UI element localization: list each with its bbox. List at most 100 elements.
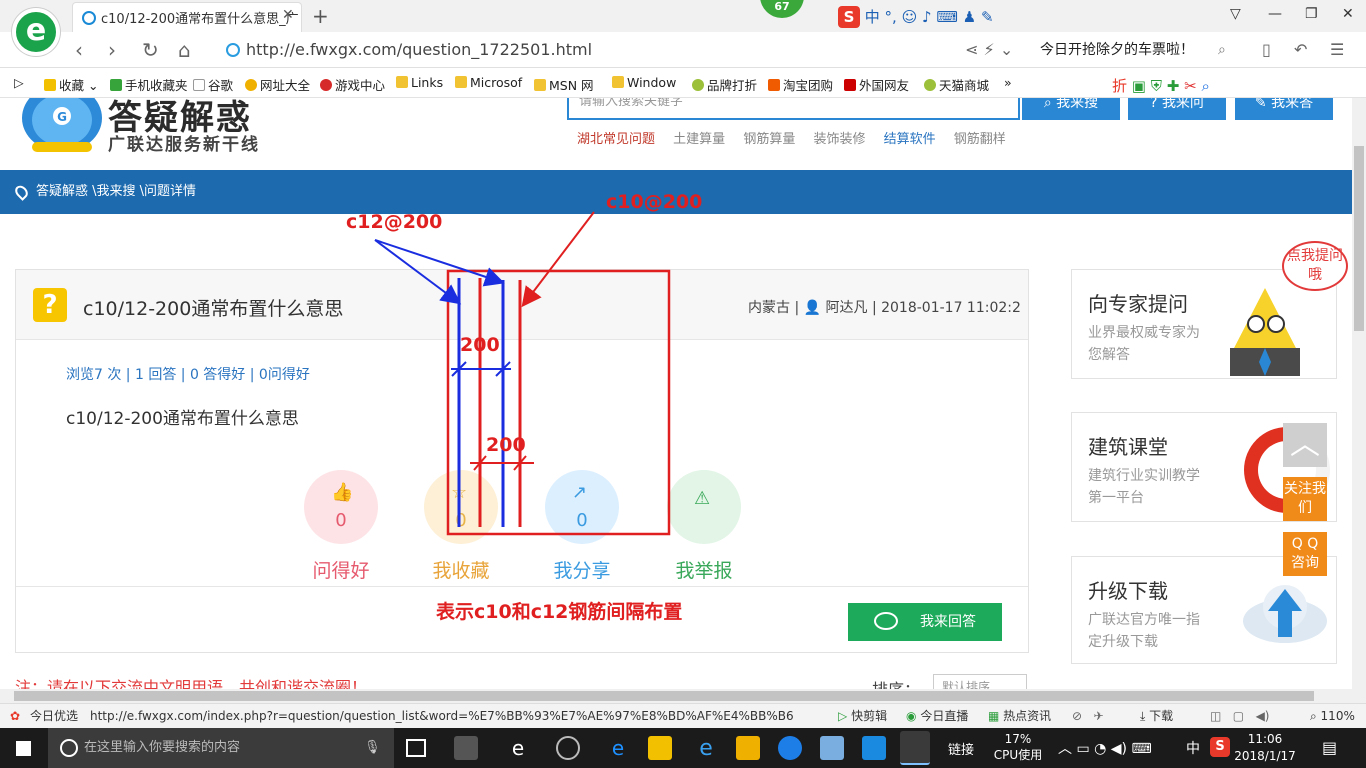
question-title: c10/12-200通常布置什么意思 <box>83 298 344 320</box>
status-misc-icon[interactable]: ◫ ▢ ◀) <box>1210 704 1269 729</box>
minimize-button[interactable]: — <box>1268 6 1282 22</box>
reload-button[interactable]: ↻ <box>142 38 159 62</box>
bookmark-mobile[interactable]: 手机收藏夹 <box>110 75 188 94</box>
bookmark-tmall[interactable]: 天猫商城 <box>924 75 989 94</box>
site-info-icon[interactable] <box>226 43 240 57</box>
forward-button[interactable]: › <box>108 38 116 62</box>
hot-link[interactable]: 结算软件 <box>884 132 936 147</box>
bookmark-windows[interactable]: Window <box>612 75 676 90</box>
action-favorite[interactable]: ☆ 0 我收藏 <box>421 470 501 583</box>
ime-tools-icon[interactable]: ☺ ♪ ⌨ ♟ ✎ <box>902 8 994 26</box>
input-language[interactable]: 中 <box>1186 738 1200 758</box>
menu-icon[interactable]: ▽ <box>1230 6 1241 22</box>
ask-button[interactable]: ? 我来问 <box>1128 98 1226 120</box>
tray-icons[interactable]: ︿ ▭ ◔ ◀) ⌨ <box>1058 738 1152 758</box>
search-button[interactable]: ⌕ 我来搜 <box>1022 98 1120 120</box>
address-url[interactable]: http://e.fwxgx.com/question_1722501.html <box>246 40 592 59</box>
app-fan-icon[interactable] <box>454 736 478 760</box>
search-text[interactable]: 今日开抢除夕的车票啦！ <box>1040 42 1194 58</box>
status-item[interactable]: ◉ 今日直播 <box>906 704 968 729</box>
status-today-pick[interactable]: 今日优选 <box>30 704 78 729</box>
app-e-icon[interactable]: e <box>506 736 530 760</box>
restore-button[interactable]: ❐ <box>1305 6 1318 22</box>
ie-icon[interactable]: e <box>694 736 718 761</box>
back-to-top-button[interactable]: ︿ <box>1283 423 1327 467</box>
status-tools-icon[interactable]: ⊘ ✈ <box>1072 704 1104 729</box>
favorites-icon[interactable]: ✿ <box>10 704 20 729</box>
bookmark-google[interactable]: 谷歌 <box>193 75 233 94</box>
microphone-icon[interactable]: 🎙 <box>364 728 381 768</box>
hot-link[interactable]: 钢筋算量 <box>743 132 795 147</box>
tab-close-icon[interactable]: ✕ <box>282 7 294 23</box>
bookmark-foreign[interactable]: 外国网友 <box>844 75 909 94</box>
bookmark-microsoft[interactable]: Microsof <box>455 75 522 90</box>
horizontal-scrollbar[interactable] <box>0 689 1366 703</box>
bookmark-hao[interactable]: 网址大全 <box>245 75 310 94</box>
my-answer-button[interactable]: 我来回答 <box>848 603 1002 641</box>
app-window-icon[interactable] <box>820 736 844 760</box>
browser-tab[interactable]: c10/12-200通常布置什么意思_广 <box>72 2 302 32</box>
follow-us-button[interactable]: 关注我们 <box>1283 477 1327 521</box>
action-share[interactable]: ↗ 0 我分享 <box>542 470 622 583</box>
links-toolbar[interactable]: 链接 <box>948 739 974 758</box>
bookmark-msn[interactable]: MSN 网 <box>534 75 594 94</box>
vertical-scrollbar[interactable] <box>1352 98 1366 689</box>
active-360-browser-icon[interactable] <box>900 731 930 765</box>
bookmark-links[interactable]: Links <box>396 75 443 90</box>
bookmark-favorites[interactable]: 收藏 ⌄ <box>44 75 98 94</box>
phone-icon[interactable]: ▯ <box>1262 40 1271 59</box>
zoom-level[interactable]: ⌕ 110% <box>1310 704 1355 729</box>
taskbar-search[interactable]: 在这里输入你要搜索的内容 🎙 <box>48 728 394 768</box>
sogou-tray-icon[interactable]: S <box>1210 737 1230 757</box>
more-menu-icon[interactable]: ☰ <box>1330 40 1344 59</box>
bookmark-taobao[interactable]: 淘宝团购 <box>768 75 833 94</box>
undo-icon[interactable]: ↶ <box>1294 40 1307 59</box>
hot-link[interactable]: 钢筋翻样 <box>954 132 1006 147</box>
close-button[interactable]: ✕ <box>1342 6 1354 22</box>
sogou-icon[interactable]: S <box>838 6 860 28</box>
class-title: 建筑课堂 <box>1088 435 1168 459</box>
status-item[interactable]: ▦ 热点资讯 <box>988 704 1051 729</box>
site-search-input[interactable]: 请输入搜索关键字 <box>567 98 1020 120</box>
hot-link[interactable]: 土建算量 <box>673 132 725 147</box>
start-button[interactable] <box>0 728 48 768</box>
app-swirl-icon[interactable] <box>556 736 580 760</box>
hot-link[interactable]: 装饰装修 <box>813 132 865 147</box>
answer-top-button[interactable]: ✎ 我来答 <box>1235 98 1333 120</box>
action-good-question[interactable]: 👍 0 问得好 <box>301 470 381 583</box>
app-notes-icon[interactable] <box>736 736 760 760</box>
share-icon[interactable]: ⋖ ⚡ ⌄ <box>965 40 1013 59</box>
bookmark-brand[interactable]: 品牌打折 <box>692 75 757 94</box>
ime-mode[interactable]: 中 °, <box>865 8 897 26</box>
app-g-icon[interactable] <box>778 736 802 760</box>
360-browser-logo-icon[interactable]: e <box>12 8 60 56</box>
bookmarks-more-icon[interactable]: » <box>1004 75 1012 90</box>
edge-icon[interactable]: e <box>606 736 630 760</box>
question-stats[interactable]: 浏览7 次 | 1 回答 | 0 答得好 | 0问得好 <box>66 364 310 384</box>
ask-bubble[interactable]: 点我提问哦 <box>1282 241 1348 291</box>
ime-toolbar[interactable]: S 中 °, ☺ ♪ ⌨ ♟ ✎ <box>838 6 1048 28</box>
search-icon[interactable]: ⌕ <box>1218 37 1226 63</box>
address-bar[interactable]: http://e.fwxgx.com/question_1722501.html <box>222 37 962 63</box>
action-center-icon[interactable]: ▤ <box>1322 738 1337 757</box>
sort-select[interactable]: 默认排序 <box>933 674 1027 689</box>
status-download[interactable]: ⤓ 下载 <box>1140 704 1173 729</box>
system-clock[interactable]: 11:06 2018/1/17 <box>1232 731 1298 765</box>
breadcrumb-text[interactable]: 答疑解惑 \我来搜 \问题详情 <box>36 184 196 199</box>
qq-consult-button[interactable]: Q Q 咨询 <box>1283 532 1327 576</box>
bookmark-games[interactable]: 游戏中心 <box>320 75 385 94</box>
toolbar-extensions-icon[interactable]: 折 ▣ ⛨ ✚ ✂ ⌕ <box>1112 75 1210 96</box>
action-report[interactable]: ⚠ 我举报 <box>664 470 744 583</box>
home-button[interactable]: ⌂ <box>178 38 191 62</box>
notification-badge[interactable]: 67 <box>760 0 804 18</box>
new-tab-button[interactable]: + <box>312 4 329 28</box>
file-explorer-icon[interactable] <box>648 736 672 760</box>
status-item[interactable]: ▷ 快剪辑 <box>838 704 887 729</box>
search-box[interactable]: 今日开抢除夕的车票啦！ ⌕ <box>1040 37 1240 63</box>
app-plus-icon[interactable] <box>862 736 886 760</box>
back-button[interactable]: ‹ <box>75 38 83 62</box>
sidebar-toggle-icon[interactable]: ▷ <box>14 75 24 90</box>
hot-link[interactable]: 湖北常见问题 <box>577 132 655 147</box>
site-mascot-logo-icon[interactable]: G <box>14 98 110 160</box>
task-view-icon[interactable] <box>406 739 426 757</box>
